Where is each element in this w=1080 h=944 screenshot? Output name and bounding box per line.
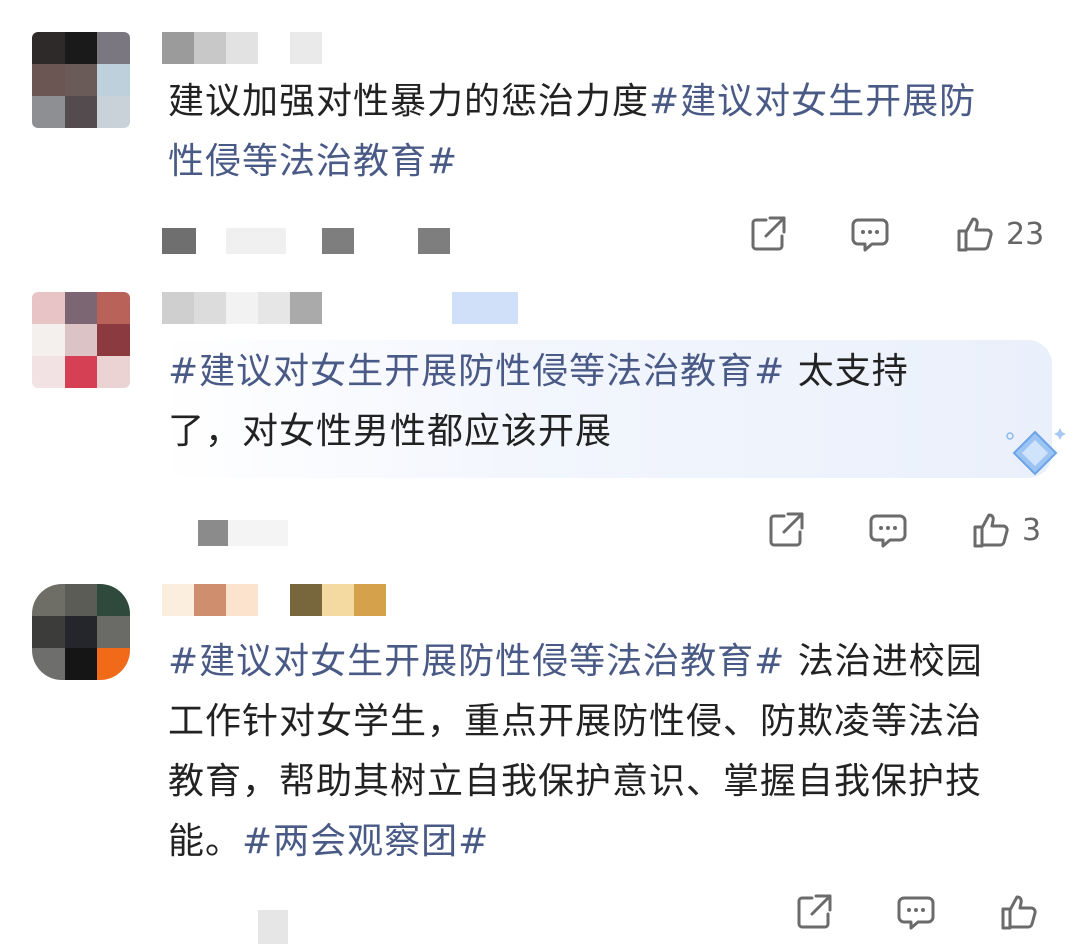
diamond-decoration-icon [1006, 428, 1066, 476]
like-button[interactable]: 23 [954, 214, 1044, 254]
reply-button[interactable] [868, 510, 908, 550]
comment-body-line4: 能。 [168, 821, 243, 862]
comment-item: 建议加强对性暴力的惩治力度#建议对女生开展防 性侵等法治教育# 23 [0, 0, 1080, 270]
like-count: 3 [1022, 512, 1042, 548]
share-icon [769, 512, 804, 547]
avatar[interactable] [32, 32, 130, 128]
comment-icon [897, 896, 935, 930]
comment-actions: 3 [766, 510, 1041, 550]
reply-button[interactable] [896, 892, 936, 932]
username[interactable] [162, 292, 518, 324]
share-icon [751, 216, 786, 251]
comment-body: 建议加强对性暴力的惩治力度 [168, 81, 650, 122]
topic-link[interactable]: #两会观察团# [242, 821, 489, 862]
share-button[interactable] [748, 214, 788, 254]
thumbs-up-icon [957, 217, 993, 252]
share-icon [797, 894, 832, 929]
comment-text: 建议加强对性暴力的惩治力度#建议对女生开展防 性侵等法治教育# [168, 72, 1058, 192]
username[interactable] [162, 584, 386, 616]
topic-link[interactable]: #建议对女生开展防性侵等法治教育# [168, 351, 785, 392]
like-count: 23 [1006, 216, 1045, 252]
like-button[interactable] [998, 892, 1050, 932]
comment-body-line2: 工作针对女学生，重点开展防性侵、防欺凌等法治 [168, 701, 983, 742]
comment-body-line3: 教育，帮助其树立自我保护意识、掌握自我保护技 [168, 761, 983, 802]
username[interactable] [162, 32, 322, 64]
share-button[interactable] [794, 892, 834, 932]
comment-item: #建议对女生开展防性侵等法治教育# 太支持 了，对女性男性都应该开展 3 [0, 270, 1080, 580]
comment-item: #建议对女生开展防性侵等法治教育# 法治进校园 工作针对女学生，重点开展防性侵、… [0, 580, 1080, 944]
comment-meta [162, 228, 450, 254]
comment-meta [162, 910, 288, 944]
comment-meta [162, 520, 288, 546]
thumbs-up-icon [1001, 895, 1037, 930]
topic-link[interactable]: #建议对女生开展防 [649, 81, 976, 122]
share-button[interactable] [766, 510, 806, 550]
comment-text: #建议对女生开展防性侵等法治教育# 太支持 了，对女性男性都应该开展 [168, 342, 1028, 462]
topic-link-continued[interactable]: 性侵等法治教育# [168, 141, 458, 182]
thumbs-up-icon [973, 513, 1009, 548]
comment-icon [851, 218, 889, 252]
comment-body-line2: 了，对女性男性都应该开展 [168, 411, 613, 452]
topic-link[interactable]: #建议对女生开展防性侵等法治教育# [168, 641, 785, 682]
comment-actions: 23 [748, 214, 1044, 254]
comment-body: 太支持 [785, 351, 909, 392]
comment-body: 法治进校园 [785, 641, 983, 682]
comment-actions [794, 892, 1050, 932]
comment-icon [869, 514, 907, 548]
reply-button[interactable] [850, 214, 890, 254]
comment-text: #建议对女生开展防性侵等法治教育# 法治进校园 工作针对女学生，重点开展防性侵、… [168, 632, 1068, 872]
avatar[interactable] [32, 292, 130, 388]
avatar[interactable] [32, 584, 130, 680]
like-button[interactable]: 3 [970, 510, 1041, 550]
